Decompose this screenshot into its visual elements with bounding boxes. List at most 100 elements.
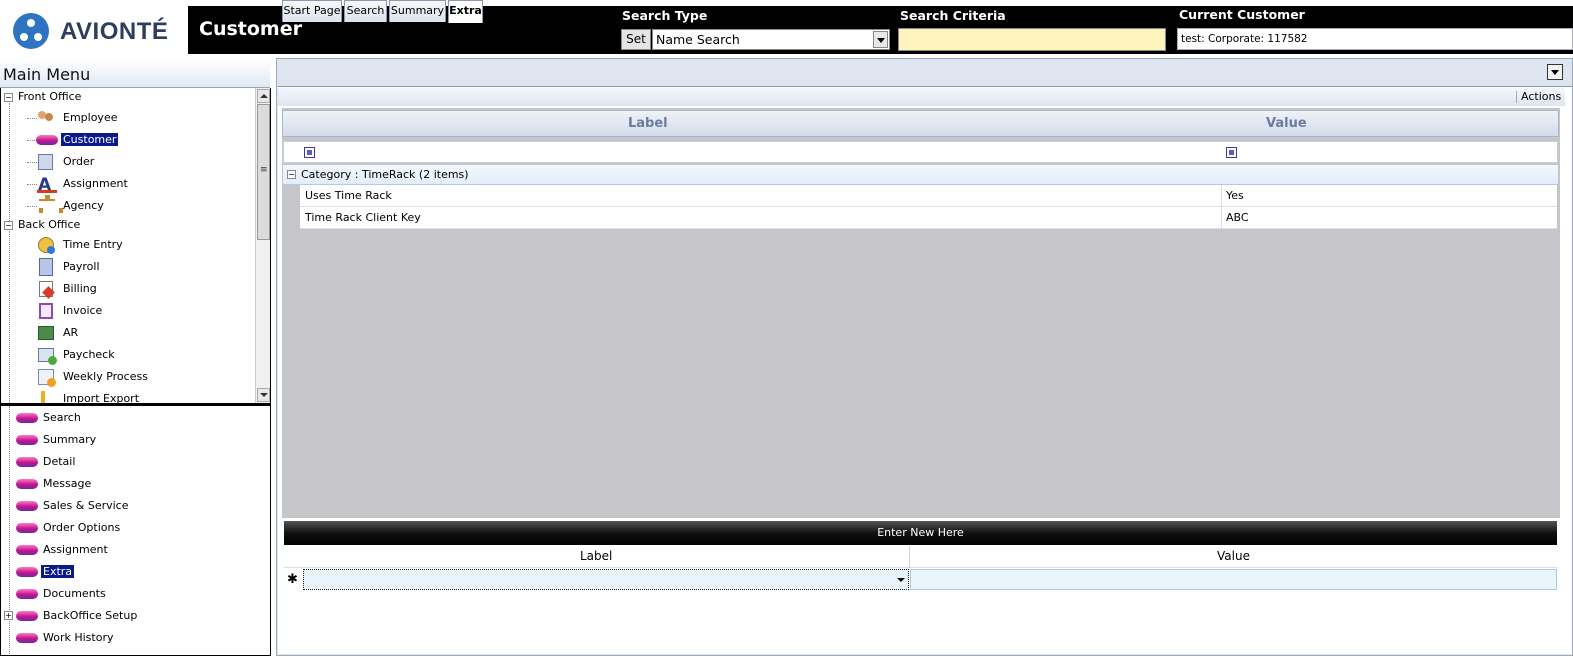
cell-label: Time Rack Client Key: [305, 211, 421, 224]
search-type-label: Search Type: [622, 8, 708, 23]
tree-item-label: Billing: [63, 282, 97, 295]
paycheck-icon: [35, 345, 57, 365]
tree-item-label: Weekly Process: [63, 370, 148, 383]
tree-item-label: Time Entry: [63, 238, 123, 251]
pill-icon: [15, 562, 38, 582]
table-row[interactable]: Uses Time Rack Yes: [300, 185, 1557, 207]
logo-text: AVIONTÉ: [60, 18, 169, 45]
pill-icon: [15, 408, 38, 428]
tree-item-label: Assignment: [63, 177, 128, 190]
logo: AVIONTÉ: [0, 6, 190, 54]
actions-toolbar: Actions: [278, 88, 1565, 106]
tab-search[interactable]: Search: [344, 0, 387, 22]
logo-mark-icon: [13, 13, 49, 49]
tree-item-label: Payroll: [63, 260, 100, 273]
invoice-icon: [35, 301, 57, 321]
enter-new-bar: Enter New Here: [284, 521, 1557, 545]
main-menu-scrollbar[interactable]: [255, 88, 270, 403]
pill-icon: [15, 430, 38, 450]
tree-item-label: AR: [63, 326, 79, 339]
sub-menu-label: Detail: [43, 455, 76, 468]
customer-icon: [35, 130, 58, 150]
scroll-thumb[interactable]: [257, 104, 270, 240]
tab-extra[interactable]: Extra: [448, 0, 483, 23]
new-row-marker-icon: ✱: [287, 572, 298, 587]
tree-item-label: Import Export: [63, 392, 140, 404]
assignment-icon: A: [35, 174, 57, 195]
sub-menu-label: Assignment: [43, 543, 108, 556]
current-customer-label: Current Customer: [1179, 7, 1305, 22]
search-type-select[interactable]: Name Search: [652, 29, 890, 50]
tree-item-label: Invoice: [63, 304, 103, 317]
pill-icon: [15, 474, 38, 494]
app-header: AVIONTÉ Customer Search Type Set Name Se…: [0, 0, 1573, 57]
tree-item-label: Employee: [63, 111, 118, 124]
customer-sub-menu: Search Summary Detail Message Sales & Se…: [0, 404, 271, 656]
tree-group-back-office[interactable]: Back Office: [18, 218, 80, 231]
sub-menu-label: Sales & Service: [43, 499, 129, 512]
tab-start-page[interactable]: Start Page: [282, 0, 342, 22]
search-criteria-label: Search Criteria: [900, 8, 1006, 23]
actions-menu[interactable]: Actions: [1521, 90, 1561, 103]
column-header-value[interactable]: Value: [1266, 116, 1307, 131]
scroll-down-icon[interactable]: [257, 388, 270, 402]
sub-menu-label: Extra: [41, 565, 75, 578]
collapse-front-office-icon[interactable]: −: [4, 93, 13, 102]
pill-icon: [15, 628, 38, 648]
agency-icon: [35, 195, 63, 216]
set-button[interactable]: Set: [621, 29, 651, 50]
current-customer-field[interactable]: test: Corporate: 117582: [1177, 28, 1573, 50]
import-export-icon: [35, 389, 57, 403]
tab-summary[interactable]: Summary: [389, 0, 446, 22]
filter-row: [283, 141, 1558, 163]
pill-icon: [15, 540, 38, 560]
category-label: Category : TimeRack (2 items): [301, 168, 469, 181]
collapse-back-office-icon[interactable]: −: [4, 221, 13, 230]
main-menu-tree: − Front Office Employee Customer Order A…: [0, 88, 271, 404]
main-menu-title: Main Menu: [3, 65, 91, 84]
new-entry-value-input[interactable]: [910, 569, 1557, 590]
collapse-category-icon[interactable]: −: [287, 170, 296, 179]
cell-label: Uses Time Rack: [305, 189, 392, 202]
pill-icon: [15, 518, 38, 538]
tree-item-label: Agency: [63, 199, 104, 212]
search-criteria-input[interactable]: [898, 28, 1166, 51]
tab-list-dropdown-icon[interactable]: [1547, 64, 1563, 80]
filter-label-icon[interactable]: [304, 147, 315, 158]
billing-icon: [35, 279, 57, 299]
tree-item-label: Customer: [61, 133, 119, 146]
expand-backoffice-setup-icon[interactable]: +: [4, 611, 13, 620]
sub-menu-label: Search: [43, 411, 81, 424]
tree-item-label: Paycheck: [63, 348, 115, 361]
pill-icon: [15, 452, 38, 472]
table-row[interactable]: Time Rack Client Key ABC: [300, 207, 1557, 229]
pill-icon: [15, 496, 38, 516]
order-icon: [35, 152, 57, 172]
sub-menu-label: Work History: [43, 631, 114, 644]
tree-item-label: Order: [63, 155, 95, 168]
filter-value-icon[interactable]: [1226, 147, 1237, 158]
category-group-row[interactable]: − Category : TimeRack (2 items): [283, 165, 1558, 185]
sub-menu-label: Message: [43, 477, 92, 490]
sub-menu-label: Documents: [43, 587, 106, 600]
time-entry-icon: [35, 235, 57, 255]
main-menu-header: Main Menu: [0, 60, 270, 88]
cell-value: ABC: [1226, 211, 1249, 224]
pill-icon: [15, 606, 38, 626]
grid-header: Label Value: [282, 110, 1559, 137]
tree-group-front-office[interactable]: Front Office: [18, 90, 81, 103]
employee-icon: [35, 108, 57, 128]
new-entry-column-label: Label: [580, 549, 613, 563]
new-entry-label-select[interactable]: [303, 569, 909, 590]
search-type-value: Name Search: [656, 32, 740, 47]
pill-icon: [15, 584, 38, 604]
ar-icon: [35, 323, 57, 343]
new-entry-header: Label Value: [284, 546, 1557, 568]
sub-menu-label: BackOffice Setup: [43, 609, 138, 622]
column-header-label[interactable]: Label: [628, 116, 668, 131]
cell-value: Yes: [1226, 189, 1244, 202]
payroll-icon: [35, 257, 57, 277]
sub-menu-label: Order Options: [43, 521, 121, 534]
scroll-up-icon[interactable]: [257, 89, 270, 103]
chevron-down-icon[interactable]: [873, 31, 888, 48]
